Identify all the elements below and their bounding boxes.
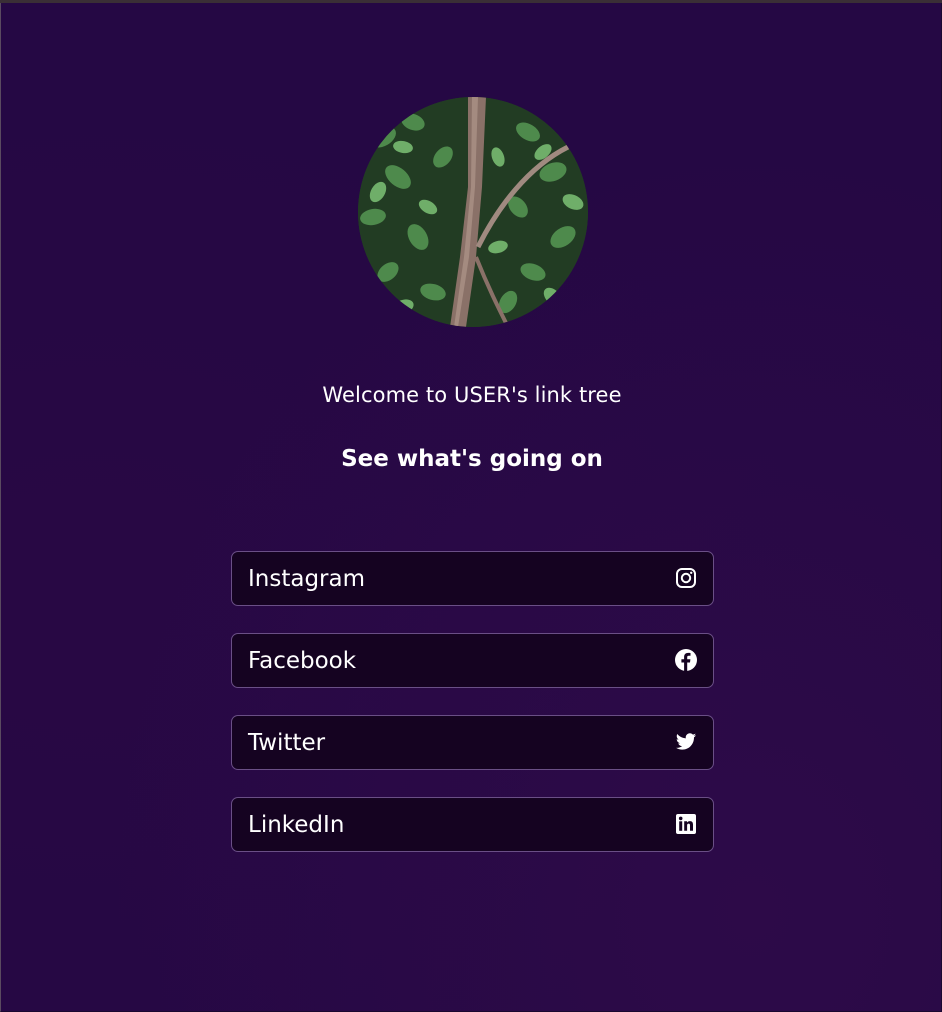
twitter-icon — [675, 731, 697, 753]
instagram-icon — [675, 567, 697, 589]
page-subtitle: See what's going on — [341, 446, 603, 472]
linkedin-icon — [675, 813, 697, 835]
facebook-icon — [675, 649, 697, 671]
link-label: Facebook — [248, 648, 357, 674]
facebook-link-button[interactable]: Facebook — [231, 633, 714, 688]
link-label: LinkedIn — [248, 812, 345, 838]
link-label: Twitter — [248, 730, 326, 756]
link-label: Instagram — [248, 566, 366, 592]
avatar — [358, 97, 588, 327]
twitter-link-button[interactable]: Twitter — [231, 715, 714, 770]
page-container: Welcome to USER's link tree See what's g… — [0, 3, 942, 1012]
welcome-text: Welcome to USER's link tree — [322, 383, 622, 407]
linkedin-link-button[interactable]: LinkedIn — [231, 797, 714, 852]
instagram-link-button[interactable]: Instagram — [231, 551, 714, 606]
link-list: Instagram Facebook Twitter LinkedIn — [231, 551, 714, 879]
